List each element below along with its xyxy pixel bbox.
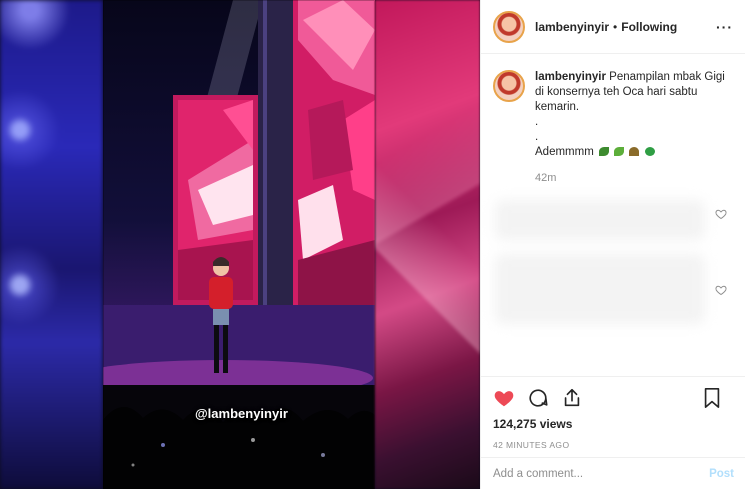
more-options-icon[interactable]: ··· [716, 19, 733, 35]
add-comment-bar: Post [481, 457, 745, 489]
separator-dot: • [613, 19, 618, 34]
post-media[interactable]: @lambenyinyir [0, 0, 480, 489]
caption: lambenyinyir Penampilan mbak Gigi di kon… [493, 70, 734, 160]
caption-dot-1: . [535, 116, 539, 128]
blurred-comment-2 [495, 254, 705, 324]
caption-username[interactable]: lambenyinyir [535, 71, 606, 83]
comment-input[interactable] [493, 467, 710, 480]
caption-line-1: Penampilan mbak Gigi [609, 71, 725, 83]
caption-dot-2: . [535, 131, 539, 143]
caption-line-4: Adem​mmm [535, 146, 594, 158]
blurred-video-background-left [0, 0, 103, 489]
post-sidebar: lambenyinyir • Following ··· lambenyinyi… [480, 0, 745, 489]
seedling-icon [629, 147, 640, 156]
avatar[interactable] [493, 10, 525, 43]
video-frame[interactable]: @lambenyinyir [103, 0, 375, 489]
heart-outline-icon[interactable] [715, 208, 727, 220]
leaf-icon [598, 147, 609, 156]
blurred-comment-1 [495, 200, 705, 240]
post-actions: 124,275 views 42 MINUTES AGO [481, 376, 745, 450]
heart-filled-icon[interactable] [493, 387, 515, 409]
caption-text: lambenyinyir Penampilan mbak Gigi di kon… [535, 70, 725, 160]
video-watermark: @lambenyinyir [195, 406, 288, 421]
comment-bubble-icon[interactable] [527, 387, 549, 409]
comments-panel[interactable]: lambenyinyir Penampilan mbak Gigi di kon… [481, 54, 745, 376]
bookmark-icon[interactable] [702, 387, 722, 409]
share-icon[interactable] [561, 387, 583, 409]
caption-line-3: kemarin. [535, 101, 580, 113]
following-button[interactable]: Following [621, 20, 677, 34]
post-button[interactable]: Post [709, 468, 734, 480]
heart-outline-icon[interactable] [715, 284, 727, 296]
post-header: lambenyinyir • Following ··· [481, 0, 745, 54]
caption-avatar[interactable] [493, 70, 525, 102]
shamrock-icon [644, 147, 655, 156]
herb-icon [614, 147, 625, 156]
action-icons [493, 383, 734, 413]
caption-line-2: di konsernya teh Oca hari sabtu [535, 86, 698, 98]
caption-timestamp: 42m [535, 172, 557, 184]
post-time: 42 MINUTES AGO [493, 440, 570, 450]
header-username[interactable]: lambenyinyir [535, 20, 609, 34]
blurred-video-background-right [375, 0, 480, 489]
view-count[interactable]: 124,275 views [493, 417, 734, 431]
